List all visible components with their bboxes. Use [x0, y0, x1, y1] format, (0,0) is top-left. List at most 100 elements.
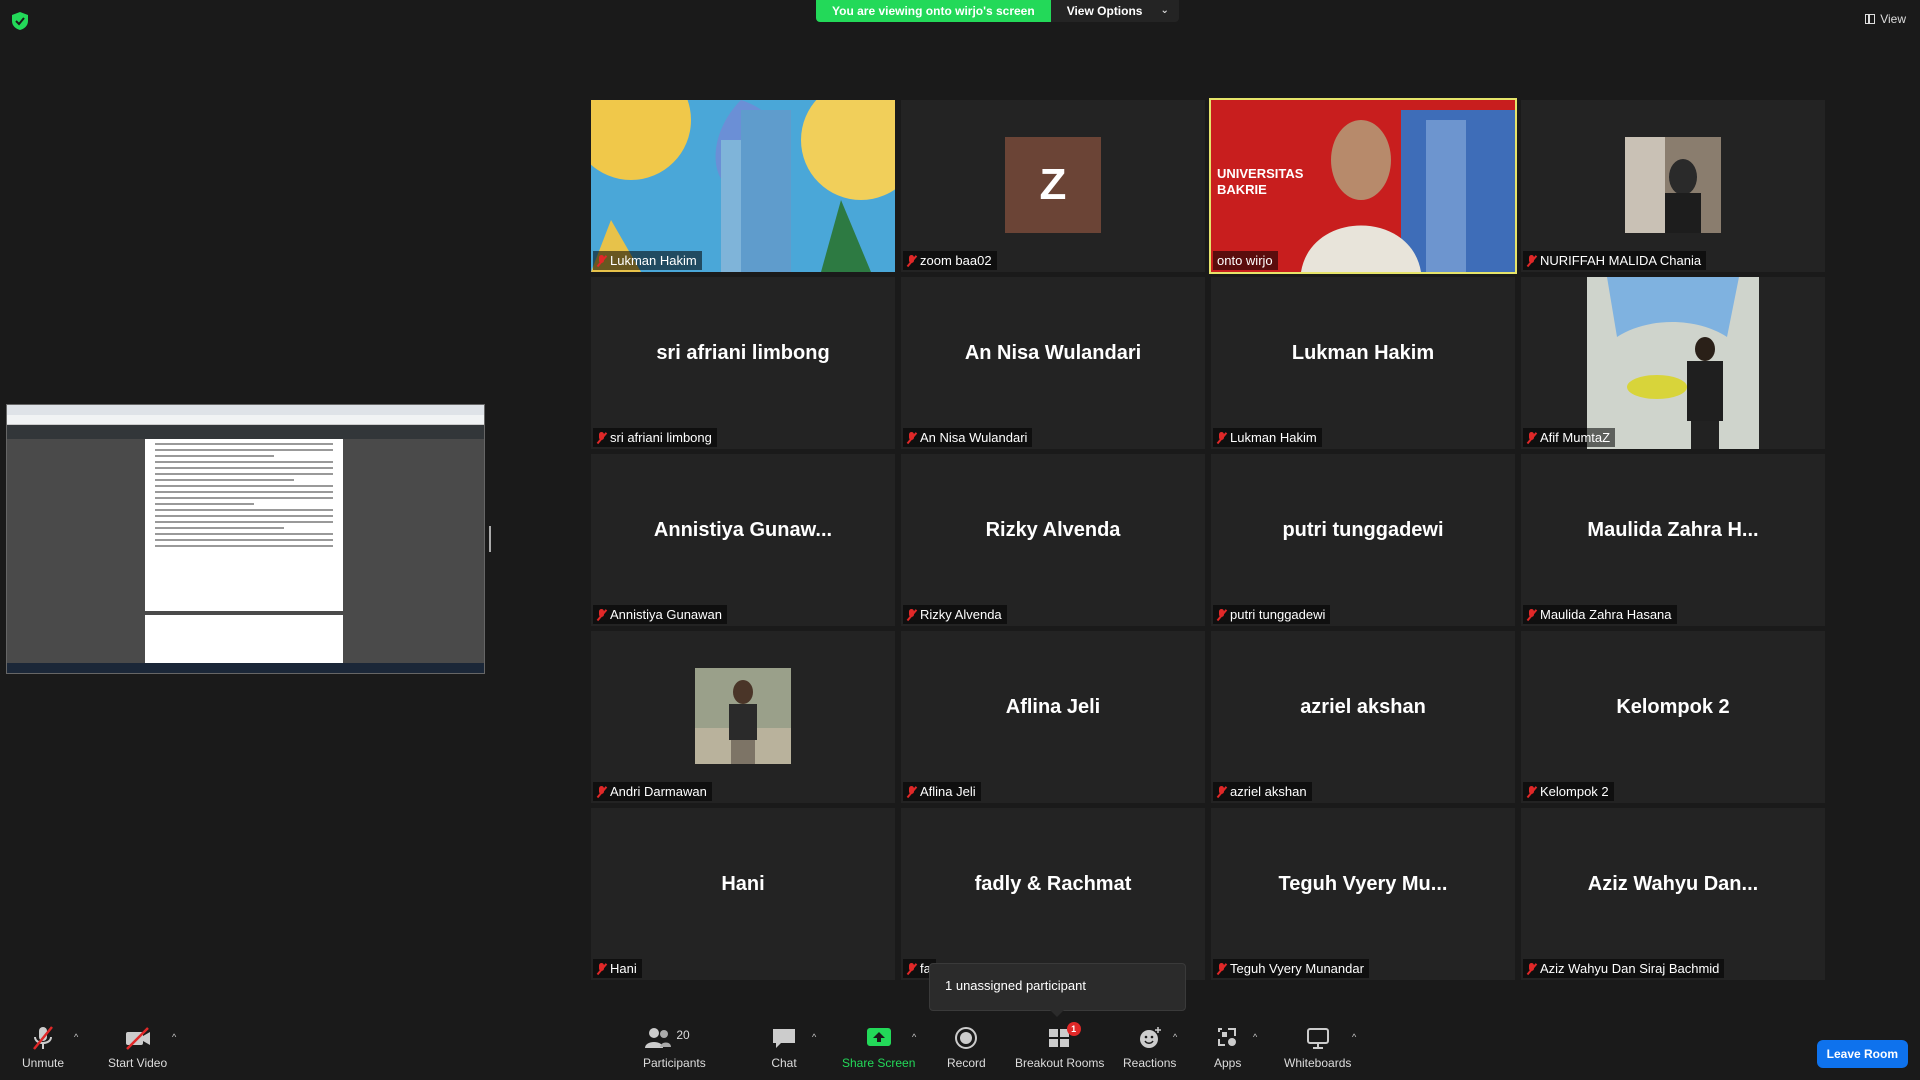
participant-tile[interactable]: Andri Darmawan	[591, 631, 895, 803]
participant-name-label: Rizky Alvenda	[903, 605, 1007, 624]
participant-tile[interactable]: NURIFFAH MALIDA Chania	[1521, 100, 1825, 272]
participant-display-name: Kelompok 2	[1616, 695, 1730, 718]
mic-muted-icon	[907, 785, 916, 798]
mic-muted-icon	[597, 785, 606, 798]
participant-tile[interactable]: Kelompok 2 Kelompok 2	[1521, 631, 1825, 803]
participant-tile[interactable]: An Nisa Wulandari An Nisa Wulandari	[901, 277, 1205, 449]
mic-muted-icon	[1217, 785, 1226, 798]
participant-display-name: Hani	[721, 872, 765, 895]
participant-display-name: Rizky Alvenda	[985, 518, 1121, 541]
leave-room-button[interactable]: Leave Room	[1816, 1040, 1908, 1068]
participant-tile[interactable]: Lukman Hakim	[591, 100, 895, 272]
share-screen-icon	[866, 1028, 891, 1046]
whiteboard-icon	[1306, 1028, 1329, 1049]
screen-share-banner: You are viewing onto wirjo's screen View…	[816, 0, 1179, 22]
participant-tile[interactable]: Rizky Alvenda Rizky Alvenda	[901, 454, 1205, 626]
audio-options-caret-icon[interactable]: ^	[74, 1032, 78, 1042]
participant-name-label: Hani	[593, 959, 642, 978]
participant-name-label: An Nisa Wulandari	[903, 428, 1033, 447]
participant-tile[interactable]: Aflina Jeli Aflina Jeli	[901, 631, 1205, 803]
participant-photo	[1625, 137, 1721, 233]
shared-screen-view[interactable]	[6, 404, 485, 674]
unassigned-participant-tooltip: 1 unassigned participant	[929, 963, 1186, 1017]
participant-display-name: sri afriani limbong	[656, 341, 830, 364]
participant-tile[interactable]: sri afriani limbong sri afriani limbong	[591, 277, 895, 449]
viewing-screen-label: You are viewing onto wirjo's screen	[816, 0, 1051, 22]
view-options-button[interactable]: View Options ⌄	[1050, 0, 1179, 22]
participant-display-name: putri tunggadewi	[1282, 518, 1444, 541]
split-resize-handle[interactable]	[489, 526, 491, 552]
participant-name-label: Maulida Zahra Hasana	[1523, 605, 1677, 624]
participants-count: 20	[676, 1028, 690, 1042]
mic-muted-icon	[907, 254, 916, 267]
participant-name-label: sri afriani limbong	[593, 428, 717, 447]
reactions-button[interactable]: Reactions	[1123, 1024, 1176, 1070]
participant-tile[interactable]: azriel akshan azriel akshan	[1211, 631, 1515, 803]
participant-display-name: Maulida Zahra H...	[1587, 518, 1759, 541]
participant-tile[interactable]: Aziz Wahyu Dan... Aziz Wahyu Dan Siraj B…	[1521, 808, 1825, 980]
participant-tile[interactable]: Hani Hani	[591, 808, 895, 980]
security-shield-icon[interactable]	[12, 12, 28, 30]
video-off-icon	[125, 1027, 150, 1050]
chat-options-caret-icon[interactable]: ^	[812, 1032, 816, 1042]
chat-button[interactable]: Chat	[771, 1024, 797, 1070]
participant-tile[interactable]: Afif MumtaZ	[1521, 277, 1825, 449]
record-icon	[955, 1027, 978, 1049]
apps-options-caret-icon[interactable]: ^	[1253, 1032, 1257, 1042]
participant-name-label: Aziz Wahyu Dan Siraj Bachmid	[1523, 959, 1725, 978]
participant-display-name: Aflina Jeli	[1005, 695, 1101, 718]
participant-name-label: Andri Darmawan	[593, 782, 712, 801]
mic-muted-icon	[1527, 254, 1536, 267]
breakout-rooms-badge: 1	[1066, 1022, 1081, 1036]
share-screen-button[interactable]: Share Screen	[842, 1024, 915, 1070]
view-options-label: View Options	[1066, 4, 1143, 18]
participant-tile[interactable]: fadly & Rachmat fa	[901, 808, 1205, 980]
participant-tile[interactable]: Z zoom baa02	[901, 100, 1205, 272]
participant-name-label: zoom baa02	[903, 251, 997, 270]
record-button[interactable]: Record	[947, 1024, 986, 1070]
participant-name-label: Annistiya Gunawan	[593, 605, 728, 624]
view-layout-button[interactable]: View	[1865, 12, 1906, 26]
participant-tile[interactable]: putri tunggadewi putri tunggadewi	[1211, 454, 1515, 626]
meeting-controls-toolbar: Unmute ^ Start Video ^ 20 Participants C…	[0, 1018, 1920, 1080]
document-page-next	[145, 615, 343, 665]
participant-photo	[695, 668, 791, 764]
participant-name-label: Aflina Jeli	[903, 782, 981, 801]
mic-muted-icon	[597, 608, 606, 621]
taskbar	[7, 663, 484, 673]
avatar: Z	[1005, 137, 1101, 233]
mic-muted-icon	[1527, 431, 1536, 444]
start-video-button[interactable]: Start Video	[108, 1024, 167, 1070]
building-background-image	[591, 100, 895, 272]
document-page	[145, 439, 343, 611]
chat-icon	[773, 1029, 795, 1048]
share-options-caret-icon[interactable]: ^	[912, 1032, 916, 1042]
breakout-rooms-button[interactable]: 1 Breakout Rooms	[1015, 1022, 1104, 1070]
participant-name-label: NURIFFAH MALIDA Chania	[1523, 251, 1707, 270]
participants-button[interactable]: 20 Participants	[643, 1024, 706, 1070]
participant-name-label: Afif MumtaZ	[1523, 428, 1616, 447]
apps-icon	[1217, 1028, 1236, 1046]
reactions-options-caret-icon[interactable]: ^	[1173, 1032, 1177, 1042]
participant-tile[interactable]: Teguh Vyery Mu... Teguh Vyery Munandar	[1211, 808, 1515, 980]
participant-tile[interactable]: Annistiya Gunaw... Annistiya Gunawan	[591, 454, 895, 626]
mic-muted-icon	[597, 962, 606, 975]
participant-tile[interactable]: Maulida Zahra H... Maulida Zahra Hasana	[1521, 454, 1825, 626]
participant-name-label: Lukman Hakim	[593, 251, 702, 270]
participant-name-label: onto wirjo	[1213, 251, 1278, 270]
whiteboards-options-caret-icon[interactable]: ^	[1352, 1032, 1356, 1042]
pdf-toolbar	[7, 425, 484, 439]
apps-button[interactable]: Apps	[1214, 1024, 1241, 1070]
mic-muted-icon	[907, 962, 916, 975]
participant-display-name: azriel akshan	[1300, 695, 1426, 718]
mic-muted-icon	[1217, 431, 1226, 444]
participant-tile-active-speaker[interactable]: UNIVERSITAS BAKRIE onto wirjo	[1209, 98, 1517, 274]
unmute-button[interactable]: Unmute	[22, 1024, 64, 1070]
gallery-layout-icon	[1865, 14, 1876, 24]
whiteboards-button[interactable]: Whiteboards	[1284, 1024, 1351, 1070]
participant-tile[interactable]: Lukman Hakim Lukman Hakim	[1211, 277, 1515, 449]
video-options-caret-icon[interactable]: ^	[172, 1032, 176, 1042]
participant-name-label: Kelompok 2	[1523, 782, 1614, 801]
university-logo-text: UNIVERSITAS BAKRIE	[1217, 166, 1304, 197]
participant-name-label: azriel akshan	[1213, 782, 1312, 801]
